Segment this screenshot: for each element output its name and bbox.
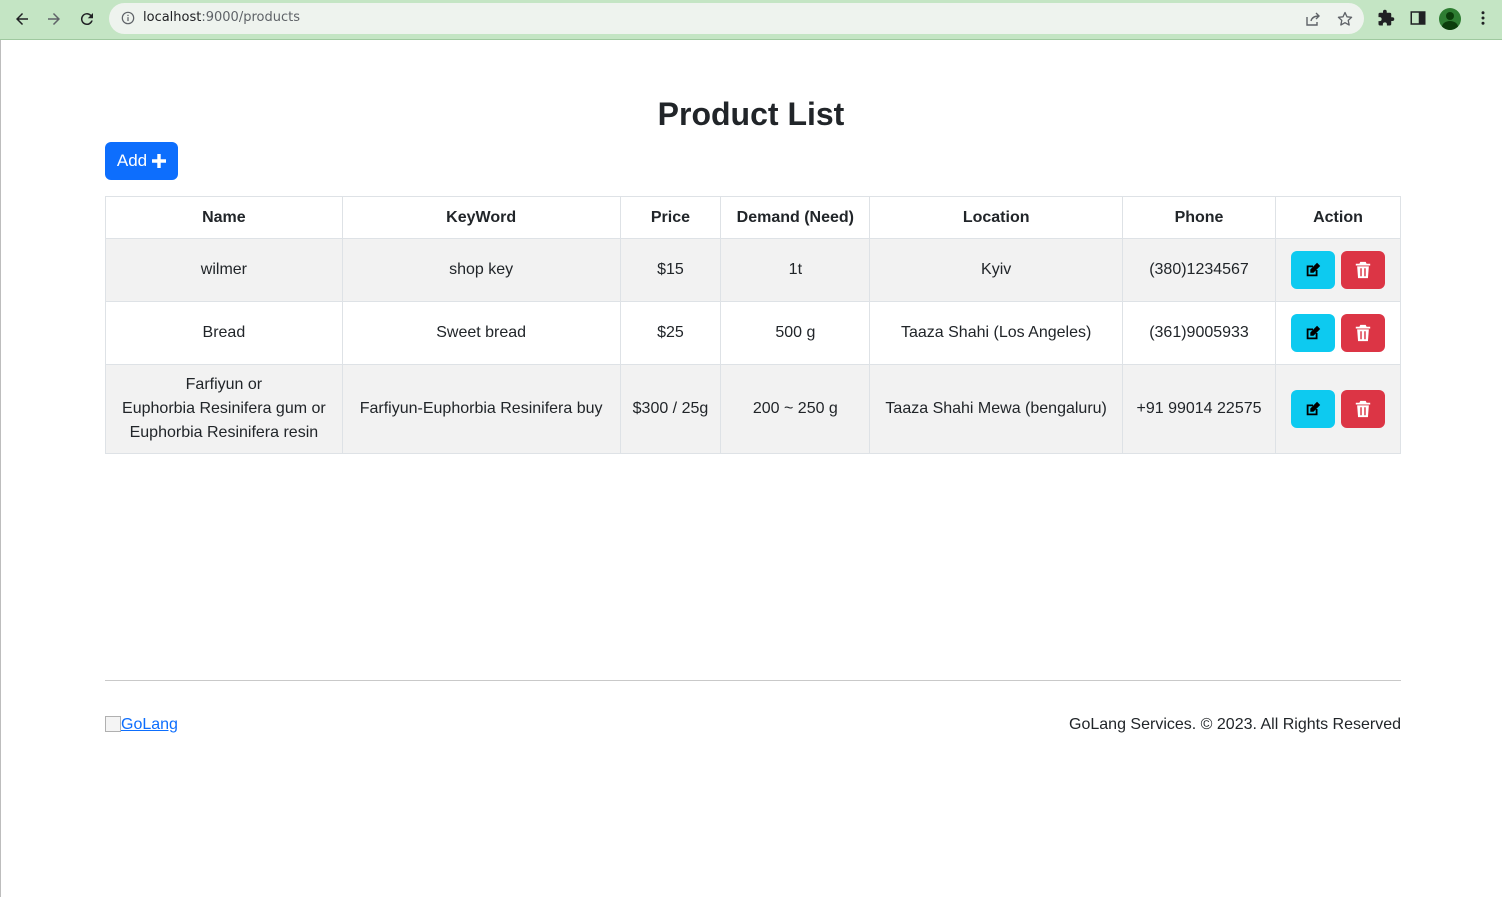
column-header-phone: Phone (1122, 196, 1276, 239)
edit-icon (1306, 262, 1321, 277)
cell-keyword: Sweet bread (341, 301, 621, 365)
cell-price: $25 (619, 301, 722, 365)
table-row: Bread Sweet bread $25 500 g Taaza Shahi … (105, 301, 1402, 365)
cell-action (1274, 301, 1402, 365)
trash-icon (1355, 324, 1371, 342)
table-row: Farfiyun or Euphorbia Resinifera gum or … (105, 364, 1402, 454)
bookmark-star-icon[interactable] (1337, 11, 1353, 27)
url-host: localhost (143, 10, 202, 25)
footer-copyright: GoLang Services. © 2023. All Rights Rese… (1069, 716, 1401, 733)
delete-button[interactable] (1340, 314, 1385, 352)
address-bar[interactable]: localhost:9000/products (109, 3, 1364, 34)
cell-phone: (380)1234567 (1122, 238, 1276, 302)
back-arrow-icon (16, 13, 28, 25)
cell-keyword: shop key (341, 238, 621, 302)
column-header-price: Price (619, 196, 722, 239)
trash-icon (1355, 261, 1371, 279)
table-row: wilmer shop key $15 1t Kyiv (380)1234567 (105, 238, 1402, 302)
side-panel-icon[interactable] (1409, 9, 1427, 27)
cell-name: Farfiyun or Euphorbia Resinifera gum or … (105, 364, 343, 454)
extensions-puzzle-icon[interactable] (1377, 9, 1395, 27)
cell-demand: 1t (720, 238, 871, 302)
broken-image-icon (105, 716, 121, 732)
forward-arrow-icon (48, 13, 60, 25)
column-header-name: Name (105, 196, 343, 239)
add-product-button[interactable]: Add (105, 142, 178, 180)
cell-name-line: Euphorbia Resinifera resin (129, 424, 319, 441)
cell-price: $15 (619, 238, 722, 302)
add-button-label: Add (116, 151, 148, 170)
edit-icon (1306, 401, 1321, 416)
cell-name-line: Euphorbia Resinifera gum or (122, 400, 326, 417)
cell-keyword: Farfiyun-Euphorbia Resinifera buy (341, 364, 621, 454)
trash-icon (1355, 400, 1371, 418)
edit-button[interactable] (1290, 251, 1335, 289)
column-header-keyword: KeyWord (341, 196, 621, 239)
url-text[interactable]: localhost:9000/products (143, 10, 300, 25)
cell-phone: +91 99014 22575 (1122, 364, 1276, 454)
products-table: Name KeyWord Price Demand (Need) Locatio… (105, 196, 1402, 454)
footer-divider (105, 680, 1401, 681)
cell-demand: 200 ~ 250 g (720, 364, 871, 454)
column-header-location: Location (869, 196, 1124, 239)
profile-avatar-icon[interactable] (1439, 8, 1461, 30)
cell-location: Taaza Shahi (Los Angeles) (869, 301, 1124, 365)
cell-phone: (361)9005933 (1122, 301, 1276, 365)
edit-button[interactable] (1290, 390, 1335, 428)
window-edge (0, 40, 1, 897)
more-menu-icon[interactable] (1474, 9, 1492, 27)
delete-button[interactable] (1340, 390, 1385, 428)
edit-icon (1306, 325, 1321, 340)
cell-location: Taaza Shahi Mewa (bengaluru) (869, 364, 1124, 454)
cell-name: wilmer (105, 238, 343, 302)
cell-name-line: Farfiyun or (185, 376, 263, 393)
column-header-action: Action (1274, 196, 1402, 239)
cell-demand: 500 g (720, 301, 871, 365)
reload-button[interactable] (73, 6, 101, 32)
cell-name: Bread (105, 301, 343, 365)
info-icon[interactable] (121, 11, 135, 25)
table-header-row: Name KeyWord Price Demand (Need) Locatio… (105, 196, 1402, 239)
browser-toolbar: localhost:9000/products (0, 0, 1502, 40)
url-path: :9000/products (201, 10, 300, 25)
plus-icon (152, 154, 167, 168)
share-icon[interactable] (1305, 11, 1321, 27)
reload-icon (80, 13, 93, 26)
delete-button[interactable] (1340, 251, 1385, 289)
cell-action (1274, 364, 1402, 454)
forward-button[interactable] (40, 6, 68, 32)
column-header-demand: Demand (Need) (720, 196, 871, 239)
cell-location: Kyiv (869, 238, 1124, 302)
page-title: Product List (657, 96, 845, 132)
footer-logo-link[interactable]: GoLang (105, 716, 178, 734)
footer-logo-alt: GoLang (121, 716, 178, 733)
cell-price: $300 / 25g (619, 364, 722, 454)
back-button[interactable] (8, 6, 36, 32)
cell-action (1274, 238, 1402, 302)
edit-button[interactable] (1290, 314, 1335, 352)
